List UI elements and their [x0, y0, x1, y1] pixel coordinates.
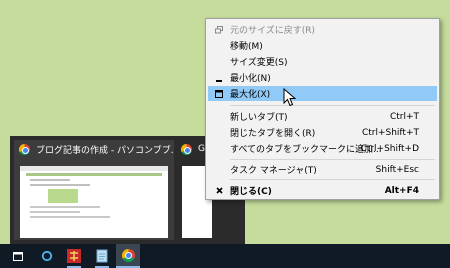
chrome-icon — [19, 143, 30, 155]
mouse-cursor-icon — [283, 88, 297, 107]
shortcut-label: Shift+Esc — [375, 164, 419, 175]
taskbar — [0, 244, 450, 268]
menu-separator — [230, 179, 435, 180]
cortana-icon — [41, 250, 53, 262]
window-context-menu: 元のサイズに戻す(R) 移動(M) サイズ変更(S) 最小化(N) 最大化(X)… — [205, 18, 440, 200]
menu-item-move[interactable]: 移動(M) — [208, 38, 437, 53]
app-icon — [67, 249, 81, 263]
task-view-button[interactable] — [6, 244, 30, 268]
menu-item-resize[interactable]: サイズ変更(S) — [208, 54, 437, 69]
close-icon — [208, 187, 230, 194]
chrome-taskbar-button[interactable] — [116, 244, 140, 268]
chrome-icon — [121, 248, 135, 262]
menu-item-new-tab[interactable]: 新しいタブ(T) Ctrl+T — [208, 109, 437, 124]
preview-title: ブログ記事の作成 - パソコンブブ... — [36, 145, 174, 156]
shortcut-label: Ctrl+Shift+D — [360, 143, 419, 154]
shortcut-label: Ctrl+T — [389, 111, 419, 122]
menu-item-restore[interactable]: 元のサイズに戻す(R) — [208, 22, 437, 37]
window-preview[interactable]: ブログ記事の作成 - パソコンブブ... — [14, 140, 174, 240]
notepad-icon — [96, 249, 108, 263]
menu-separator — [230, 159, 435, 160]
taskbar-app-button[interactable] — [62, 244, 86, 268]
notepad-button[interactable] — [90, 244, 114, 268]
menu-item-minimize[interactable]: 最小化(N) — [208, 70, 437, 85]
preview-image — [20, 166, 168, 238]
task-view-icon — [13, 252, 23, 261]
menu-item-reopen-tab[interactable]: 閉じたタブを開く(R) Ctrl+Shift+T — [208, 125, 437, 140]
menu-separator — [230, 105, 435, 106]
chrome-icon — [181, 143, 192, 155]
menu-item-close[interactable]: 閉じる(C) Alt+F4 — [208, 183, 437, 198]
maximize-icon — [208, 89, 230, 98]
menu-item-bookmark-all[interactable]: すべてのタブをブックマークに追加... Ctrl+Shift+D — [208, 141, 437, 156]
shortcut-label: Ctrl+Shift+T — [361, 127, 419, 138]
restore-icon — [208, 25, 230, 34]
menu-item-maximize[interactable]: 最大化(X) — [208, 86, 437, 101]
cortana-button[interactable] — [35, 244, 59, 268]
shortcut-label: Alt+F4 — [384, 185, 419, 196]
minimize-icon — [208, 74, 230, 82]
menu-item-task-manager[interactable]: タスク マネージャ(T) Shift+Esc — [208, 162, 437, 177]
